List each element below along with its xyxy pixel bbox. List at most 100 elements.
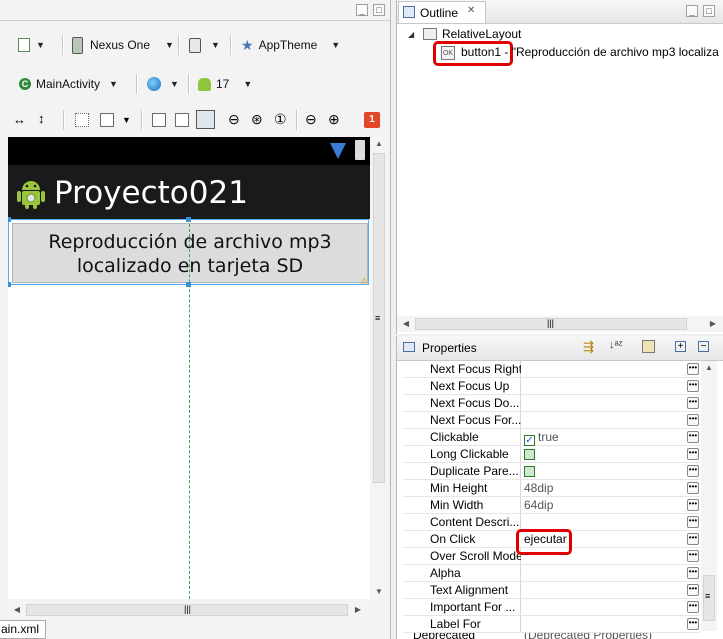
ellipsis-button[interactable]: •••: [687, 584, 699, 596]
ellipsis-button[interactable]: •••: [687, 516, 699, 528]
property-value[interactable]: [524, 582, 684, 599]
selection-handle[interactable]: [8, 217, 11, 222]
toggle-width-icon[interactable]: ↔: [13, 112, 26, 127]
locale-dropdown[interactable]: ▼: [147, 73, 179, 95]
outline-view-icon: [403, 6, 415, 18]
property-row[interactable]: Next Focus Do... •••: [403, 395, 700, 412]
toggle-height-icon[interactable]: ↕: [38, 111, 45, 126]
filter-icon[interactable]: [642, 340, 655, 353]
property-row[interactable]: Long Clickable •••: [403, 446, 700, 463]
minimize-button[interactable]: _: [686, 5, 698, 17]
file-tab[interactable]: ain.xml: [0, 620, 46, 639]
property-row[interactable]: Duplicate Pare... •••: [403, 463, 700, 480]
selection-handle[interactable]: [8, 282, 11, 287]
close-icon[interactable]: ✕: [467, 5, 475, 16]
ellipsis-button[interactable]: •••: [687, 499, 699, 511]
preview-button[interactable]: Reproducción de archivo mp3 localizado e…: [12, 223, 368, 283]
ellipsis-button[interactable]: •••: [687, 431, 699, 443]
scroll-right-arrow[interactable]: ▶: [706, 317, 720, 331]
minimize-button[interactable]: _: [356, 4, 368, 16]
layout-actions-icon[interactable]: [100, 113, 114, 127]
checkbox-checked-icon[interactable]: ✓: [524, 435, 535, 446]
scroll-right-arrow[interactable]: ▶: [351, 603, 365, 617]
ellipsis-button[interactable]: •••: [687, 465, 699, 477]
activity-dropdown[interactable]: C MainActivity ▼: [19, 73, 118, 95]
tree-expand-icon[interactable]: ◢: [408, 30, 414, 39]
orientation-dropdown[interactable]: ▼: [189, 34, 220, 56]
show-margins-icon[interactable]: [75, 113, 89, 127]
device-dropdown[interactable]: Nexus One ▼: [72, 34, 174, 56]
property-row[interactable]: Text Alignment •••: [403, 582, 700, 599]
property-value[interactable]: 64dip: [524, 497, 684, 514]
clip-to-screen-icon[interactable]: [196, 110, 215, 129]
zoom-in-icon[interactable]: ⊕: [328, 111, 340, 128]
property-value[interactable]: [524, 565, 684, 582]
property-row[interactable]: Min Width 64dip •••: [403, 497, 700, 514]
property-row[interactable]: Alpha •••: [403, 565, 700, 582]
zoom-to-fit-icon[interactable]: [175, 113, 189, 127]
property-value[interactable]: [524, 616, 684, 633]
ellipsis-button[interactable]: •••: [687, 482, 699, 494]
ellipsis-button[interactable]: •••: [687, 414, 699, 426]
property-value[interactable]: 48dip: [524, 480, 684, 497]
maximize-button[interactable]: □: [373, 4, 385, 16]
canvas-vertical-scrollbar[interactable]: ▲ ≡ ▼: [371, 137, 387, 599]
ellipsis-button[interactable]: •••: [687, 448, 699, 460]
property-value[interactable]: [524, 412, 684, 429]
property-value[interactable]: [524, 395, 684, 412]
collapse-all-icon[interactable]: −: [698, 341, 709, 352]
property-row[interactable]: Min Height 48dip •••: [403, 480, 700, 497]
property-value[interactable]: [524, 463, 684, 480]
property-value[interactable]: [524, 378, 684, 395]
ellipsis-button[interactable]: •••: [687, 550, 699, 562]
properties-vertical-scrollbar[interactable]: ▲ ≡: [701, 361, 717, 631]
property-name: Over Scroll Mode: [430, 549, 521, 563]
outline-horizontal-scrollbar[interactable]: ◀ ||| ▶: [397, 316, 723, 332]
zoom-out-icon[interactable]: ⊖: [305, 111, 317, 128]
categories-icon[interactable]: ⇶: [583, 339, 594, 355]
ellipsis-button[interactable]: •••: [687, 397, 699, 409]
checkbox-icon[interactable]: [524, 466, 535, 477]
expand-all-icon[interactable]: +: [675, 341, 686, 352]
property-row[interactable]: Clickable ✓ true •••: [403, 429, 700, 446]
error-badge[interactable]: 1: [364, 112, 380, 128]
property-value[interactable]: [524, 361, 684, 378]
property-row[interactable]: Next Focus For... •••: [403, 412, 700, 429]
scroll-left-arrow[interactable]: ◀: [10, 603, 24, 617]
property-row-partial[interactable]: Deprecated (Deprecated Properties): [403, 633, 700, 639]
property-value[interactable]: ✓ true: [524, 429, 684, 446]
design-canvas[interactable]: Proyecto021 Reproducción de archivo mp3 …: [8, 137, 370, 599]
tree-item-relativelayout[interactable]: RelativeLayout: [442, 27, 521, 41]
zoom-100-icon[interactable]: ①: [274, 111, 287, 128]
property-value[interactable]: [524, 599, 684, 616]
ellipsis-button[interactable]: •••: [687, 363, 699, 375]
scroll-down-arrow[interactable]: ▼: [372, 585, 386, 599]
scroll-left-arrow[interactable]: ◀: [399, 317, 413, 331]
property-value[interactable]: [524, 446, 684, 463]
ellipsis-button[interactable]: •••: [687, 533, 699, 545]
ellipsis-button[interactable]: •••: [687, 618, 699, 630]
scroll-up-arrow[interactable]: ▲: [372, 137, 386, 151]
theme-dropdown[interactable]: ★ AppTheme ▼: [241, 34, 340, 56]
tree-item-button1[interactable]: button1 - "Reproducción de archivo mp3 l…: [461, 45, 719, 59]
zoom-reset-icon[interactable]: ⊛: [251, 111, 263, 128]
property-name: Duplicate Pare...: [430, 464, 519, 478]
scroll-up-arrow[interactable]: ▲: [702, 361, 716, 375]
property-row[interactable]: Next Focus Up •••: [403, 378, 700, 395]
zoom-out-icon[interactable]: ⊖: [228, 111, 240, 128]
property-row[interactable]: Label For •••: [403, 616, 700, 633]
api-level-dropdown[interactable]: 17 ▼: [198, 73, 252, 95]
maximize-button[interactable]: □: [703, 5, 715, 17]
emulate-real-size-icon[interactable]: [152, 113, 166, 127]
ellipsis-button[interactable]: •••: [687, 567, 699, 579]
layout-config-dropdown[interactable]: ▼: [18, 34, 45, 56]
chevron-down-icon[interactable]: ▼: [122, 115, 131, 125]
checkbox-icon[interactable]: [524, 449, 535, 460]
ellipsis-button[interactable]: •••: [687, 380, 699, 392]
canvas-horizontal-scrollbar[interactable]: ◀ ||| ▶: [8, 602, 370, 618]
ellipsis-button[interactable]: •••: [687, 601, 699, 613]
property-row[interactable]: Important For ... •••: [403, 599, 700, 616]
outline-tab[interactable]: Outline ✕: [398, 1, 486, 23]
property-row[interactable]: Next Focus Right •••: [403, 361, 700, 378]
sort-az-icon[interactable]: ↓ᵃᶻ: [609, 339, 623, 351]
